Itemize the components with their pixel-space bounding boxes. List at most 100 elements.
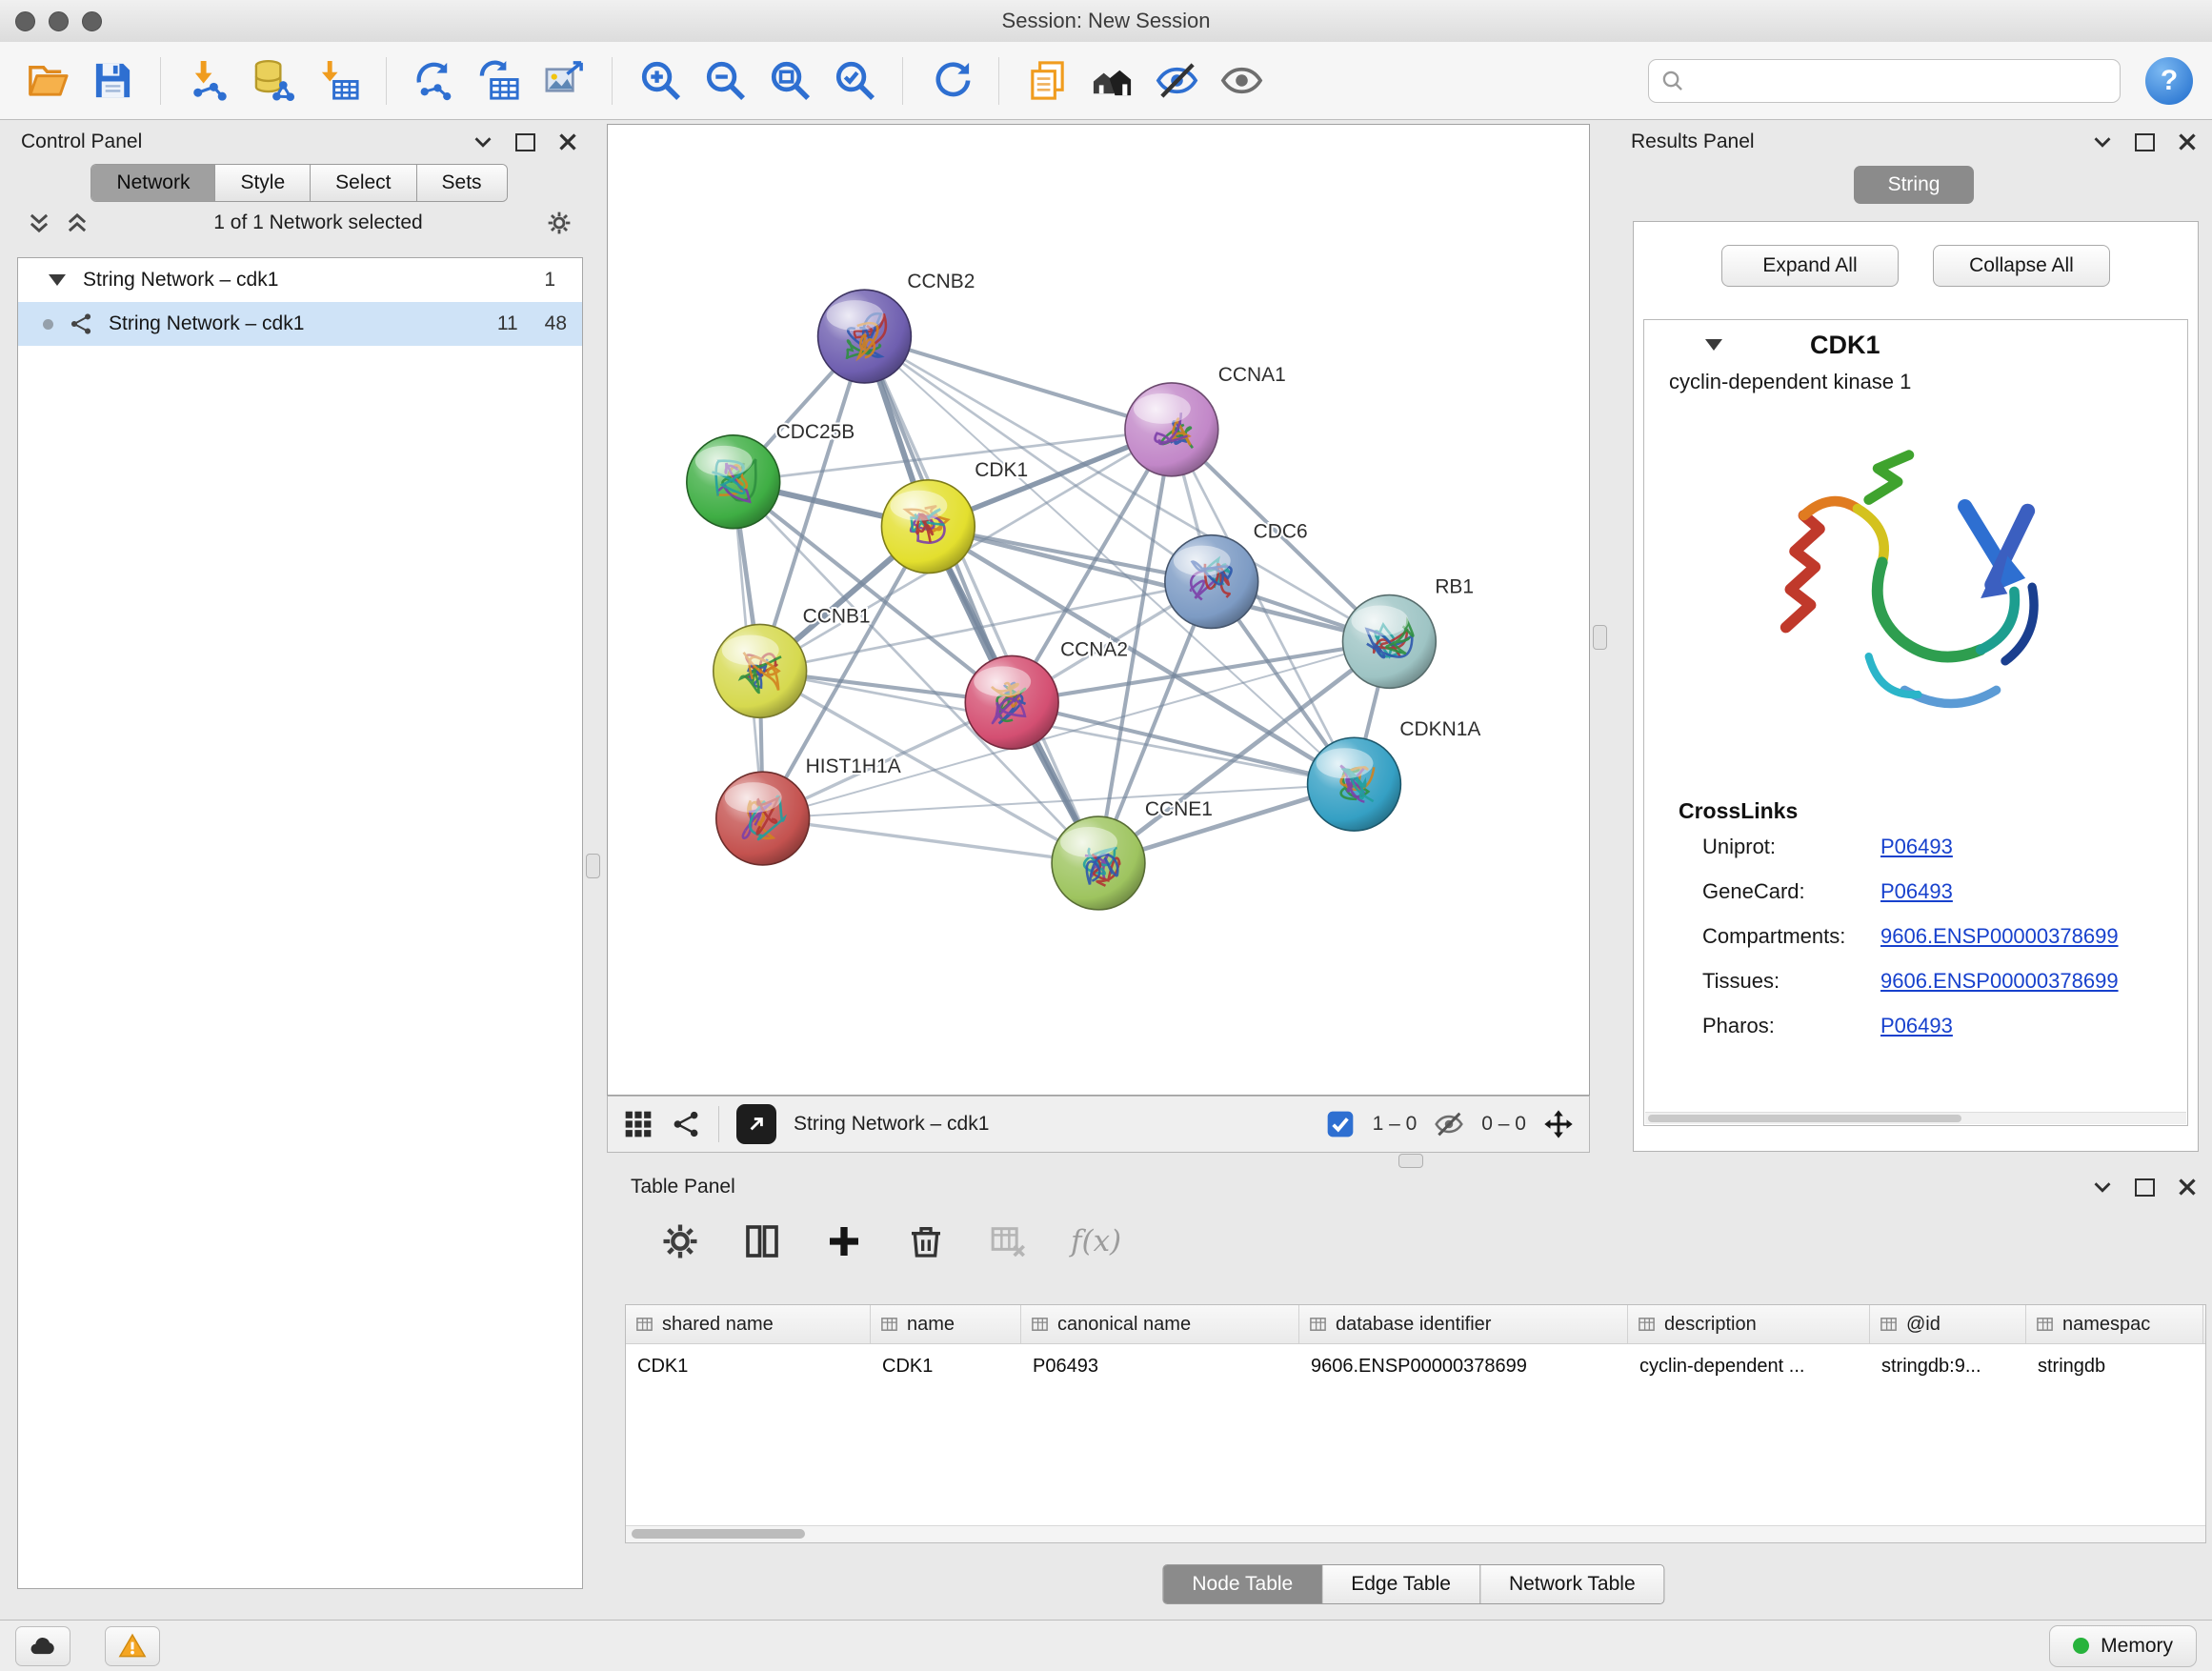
annotations-button[interactable] [1018,51,1076,111]
network-node[interactable] [1343,595,1437,689]
tab-network[interactable]: Network [91,165,215,201]
cloud-status-button[interactable] [15,1626,70,1666]
new-network-from-selection-button[interactable] [406,51,463,111]
tab-style[interactable]: Style [215,165,311,201]
hidden-eye-slash-icon[interactable] [1434,1109,1464,1139]
tab-node-table[interactable]: Node Table [1163,1565,1322,1603]
close-panel-icon[interactable] [2178,132,2197,151]
toolbar-separator [160,57,161,105]
apply-layout-button[interactable] [922,51,979,111]
expand-all-button[interactable]: Expand All [1721,245,1899,287]
splitter-handle[interactable] [586,854,600,878]
clone-network-button[interactable] [471,51,528,111]
results-horizontal-scrollbar[interactable] [1645,1112,2186,1124]
export-image-button[interactable] [535,51,593,111]
disclosure-triangle-icon[interactable] [1705,339,1722,351]
close-panel-icon[interactable] [558,132,577,151]
table-row[interactable]: CDK1CDK1P064939606.ENSP00000378699cyclin… [626,1344,2205,1388]
network-node[interactable] [714,624,807,717]
share-network-icon[interactable] [671,1109,701,1139]
show-columns-icon[interactable] [743,1222,781,1260]
table-horizontal-scrollbar[interactable] [626,1525,2205,1542]
panel-menu-icon[interactable] [473,132,493,151]
splitter-handle[interactable] [1398,1154,1423,1168]
network-edge[interactable] [763,818,1098,863]
tab-string[interactable]: String [1854,166,1975,204]
scrollbar-handle[interactable] [632,1529,805,1539]
column-header[interactable]: namespac [2026,1305,2203,1343]
column-header[interactable]: name [871,1305,1021,1343]
network-node[interactable] [965,655,1058,749]
network-node[interactable] [1165,535,1258,629]
save-session-button[interactable] [84,51,141,111]
float-panel-icon[interactable] [2135,133,2155,151]
collapse-all-button[interactable]: Collapse All [1933,245,2110,287]
show-all-button[interactable] [1083,51,1140,111]
network-canvas[interactable]: CCNB2CCNA1CDC25BCDK1CDC6RB1CCNB1CCNA2CDK… [608,125,1589,1095]
column-header[interactable]: database identifier [1299,1305,1628,1343]
help-button[interactable]: ? [2145,57,2193,105]
float-panel-icon[interactable] [2135,1178,2155,1197]
network-edge[interactable] [1012,702,1354,784]
crosslink-label: Uniprot: [1702,835,1880,859]
splitter-handle[interactable] [1593,625,1607,650]
close-panel-icon[interactable] [2178,1178,2197,1197]
network-node[interactable] [818,290,912,383]
show-hidden-button[interactable] [1213,51,1270,111]
node-gloss-highlight [890,491,947,521]
search-input[interactable] [1693,69,2108,93]
open-session-button[interactable] [19,51,76,111]
pan-crosshair-icon[interactable] [1543,1109,1574,1139]
tab-select[interactable]: Select [311,165,416,201]
network-node[interactable] [1125,383,1218,476]
import-network-file-button[interactable] [180,51,237,111]
network-node[interactable] [716,772,810,865]
birds-eye-grid-icon[interactable] [623,1109,654,1139]
network-node[interactable] [1052,816,1145,910]
import-table-button[interactable] [310,51,367,111]
scrollbar-handle[interactable] [1648,1115,1961,1122]
column-header[interactable]: description [1628,1305,1870,1343]
column-header[interactable]: @id [1870,1305,2026,1343]
add-column-icon[interactable] [825,1222,863,1260]
panel-menu-icon[interactable] [2093,1178,2112,1197]
results-panel: Results Panel String Expand All Collapse… [1616,124,2212,1169]
network-edge[interactable] [864,336,1171,430]
zoom-fit-button[interactable] [761,51,818,111]
search-field[interactable] [1648,59,2121,103]
crosslink-link[interactable]: P06493 [1880,879,1953,904]
gear-icon[interactable] [547,211,572,235]
network-node[interactable] [1308,737,1401,831]
crosslink-link[interactable]: 9606.ENSP00000378699 [1880,924,2119,949]
network-node[interactable] [687,435,780,529]
network-edge[interactable] [864,336,1098,863]
disclosure-triangle-icon[interactable] [49,274,66,286]
selected-checkbox-icon[interactable] [1325,1109,1356,1139]
column-header[interactable]: shared name [626,1305,871,1343]
column-header[interactable]: canonical name [1021,1305,1299,1343]
hide-selected-button[interactable] [1148,51,1205,111]
crosslink-link[interactable]: P06493 [1880,1014,1953,1038]
zoom-selected-button[interactable] [826,51,883,111]
import-network-database-button[interactable] [245,51,302,111]
tab-network-table[interactable]: Network Table [1480,1565,1664,1603]
memory-button[interactable]: Memory [2049,1625,2197,1667]
collapse-all-icon[interactable] [27,211,51,235]
zoom-in-button[interactable] [632,51,689,111]
gene-section-header[interactable]: CDK1 [1644,320,2187,370]
detach-view-button[interactable] [736,1104,776,1144]
float-panel-icon[interactable] [515,133,535,151]
gear-icon[interactable] [661,1222,699,1260]
warnings-button[interactable] [105,1626,160,1666]
network-row-selected[interactable]: String Network – cdk1 11 48 [18,302,582,346]
zoom-out-button[interactable] [696,51,754,111]
tab-edge-table[interactable]: Edge Table [1322,1565,1480,1603]
delete-column-icon[interactable] [907,1222,945,1260]
tab-sets[interactable]: Sets [417,165,507,201]
crosslink-link[interactable]: 9606.ENSP00000378699 [1880,969,2119,994]
network-node[interactable] [881,480,975,574]
expand-all-icon[interactable] [65,211,90,235]
crosslink-link[interactable]: P06493 [1880,835,1953,859]
panel-menu-icon[interactable] [2093,132,2112,151]
network-collection-row[interactable]: String Network – cdk1 1 [18,258,582,302]
